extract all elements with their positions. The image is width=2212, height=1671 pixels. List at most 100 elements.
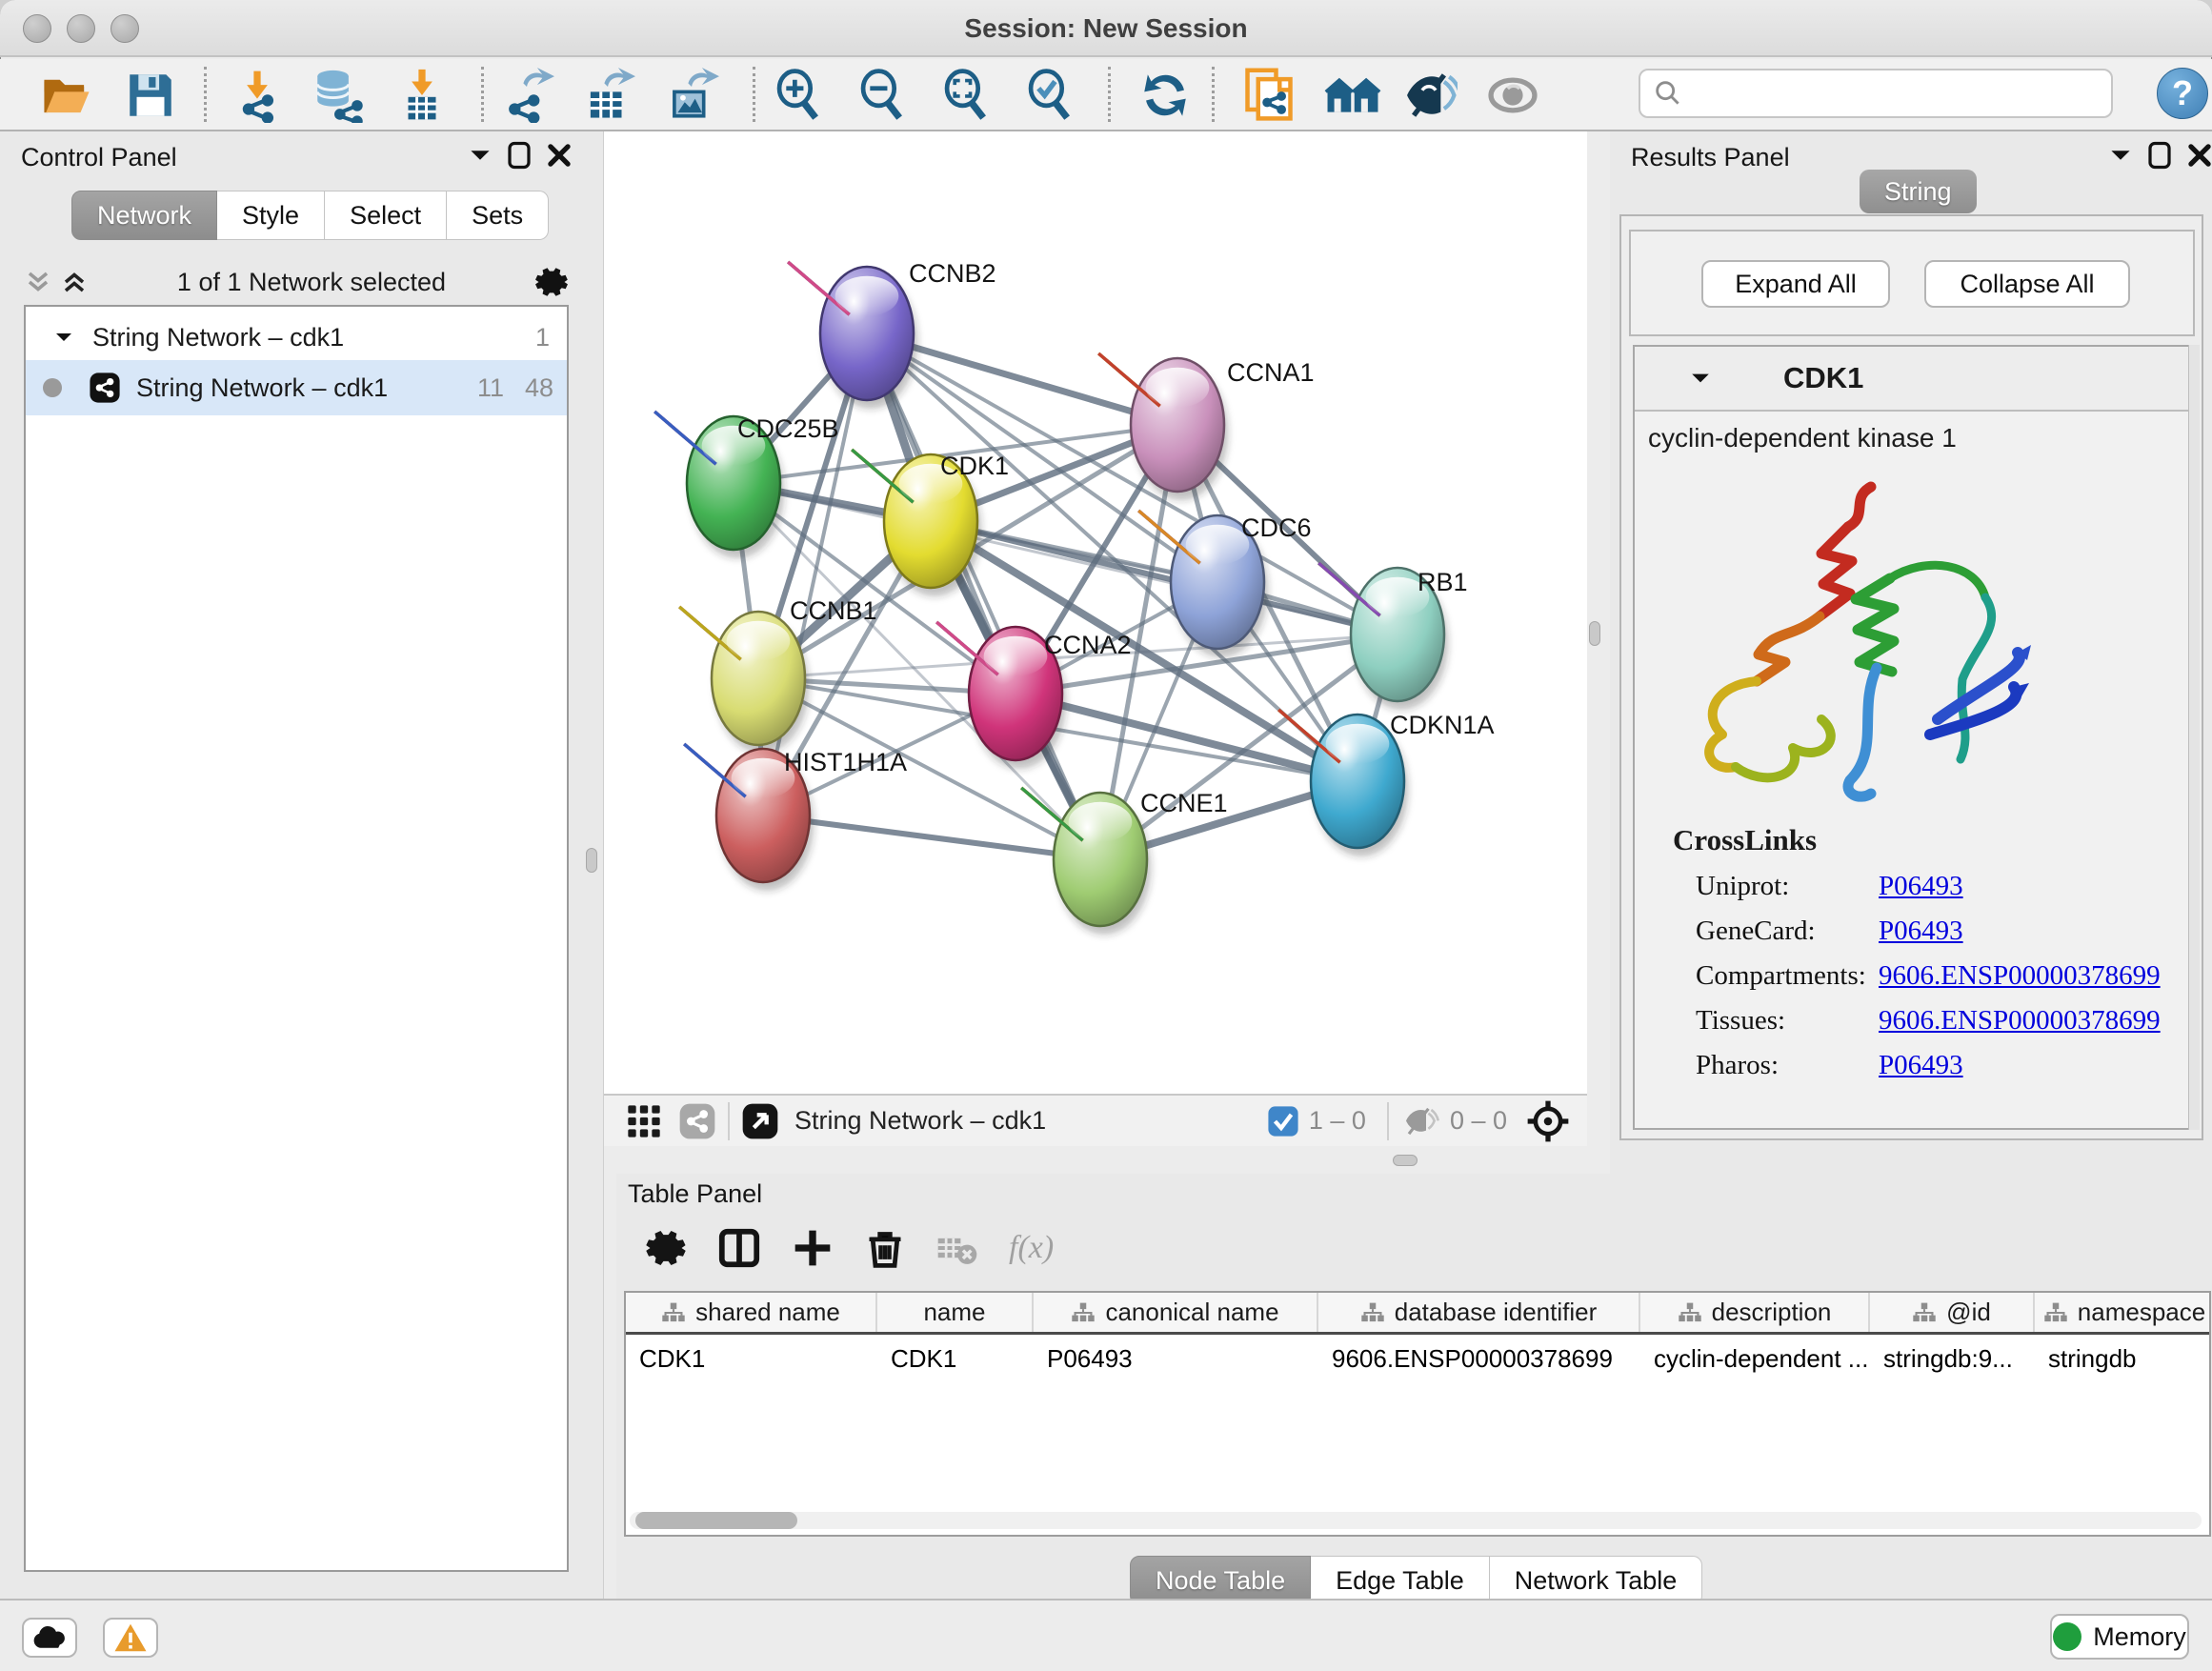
tab-select[interactable]: Select bbox=[325, 191, 447, 240]
results-scrollbar[interactable] bbox=[2188, 345, 2200, 1130]
birds-eye-view-icon[interactable] bbox=[741, 1102, 779, 1140]
grid-view-icon[interactable] bbox=[625, 1102, 663, 1140]
table-row[interactable]: CDK1CDK1P064939606.ENSP00000378699cyclin… bbox=[626, 1338, 2211, 1379]
column-header-@id[interactable]: @id bbox=[1870, 1293, 2035, 1332]
table-cell[interactable]: stringdb bbox=[2035, 1338, 2211, 1379]
gene-collapse-icon[interactable] bbox=[1690, 371, 1711, 386]
collapse-all-icon[interactable] bbox=[24, 268, 52, 296]
show-columns-icon[interactable] bbox=[717, 1226, 761, 1270]
network-list-view-icon[interactable] bbox=[678, 1102, 716, 1140]
node-label: CCNB2 bbox=[909, 259, 996, 288]
network-tree-root-row[interactable]: String Network – cdk1 1 bbox=[26, 314, 567, 360]
network-node-RB1[interactable]: RB1 bbox=[1318, 563, 1467, 710]
open-session-icon[interactable] bbox=[36, 65, 97, 126]
show-all-icon[interactable] bbox=[1482, 65, 1543, 126]
hide-selected-icon[interactable] bbox=[1398, 65, 1459, 126]
network-node-CDC25B[interactable]: CDC25B bbox=[654, 412, 838, 558]
crosslinks-section: CrossLinks Uniprot:P06493GeneCard:P06493… bbox=[1635, 823, 2191, 1081]
panel-float-icon[interactable] bbox=[2147, 141, 2172, 170]
table-cell[interactable]: CDK1 bbox=[877, 1338, 1034, 1379]
refresh-icon[interactable] bbox=[1135, 65, 1196, 126]
export-image-icon[interactable] bbox=[661, 65, 722, 126]
zoom-selected-icon[interactable] bbox=[1019, 65, 1080, 126]
export-network-icon[interactable] bbox=[496, 65, 557, 126]
network-node-CCNA1[interactable]: CCNA1 bbox=[1098, 353, 1314, 500]
selected-count-label: 1 – 0 bbox=[1309, 1106, 1366, 1136]
table-cell[interactable]: cyclin-dependent ... bbox=[1640, 1338, 1870, 1379]
table-cell[interactable]: CDK1 bbox=[626, 1338, 877, 1379]
import-network-icon[interactable] bbox=[227, 65, 288, 126]
create-column-icon[interactable] bbox=[792, 1227, 834, 1269]
selected-nodes-icon[interactable] bbox=[1267, 1105, 1299, 1137]
network-options-gear-icon[interactable] bbox=[534, 265, 569, 299]
tab-network[interactable]: Network bbox=[71, 191, 217, 240]
node-table[interactable]: shared namenamecanonical namedatabase id… bbox=[624, 1291, 2211, 1537]
search-input[interactable] bbox=[1684, 78, 2094, 110]
table-hscrollbar[interactable] bbox=[630, 1512, 2202, 1529]
tab-string[interactable]: String bbox=[1860, 170, 1977, 213]
table-cell[interactable]: P06493 bbox=[1034, 1338, 1318, 1379]
right-splitter-handle[interactable] bbox=[1589, 621, 1600, 646]
memory-button[interactable]: Memory bbox=[2050, 1614, 2189, 1660]
column-header-description[interactable]: description bbox=[1640, 1293, 1870, 1332]
export-table-icon[interactable] bbox=[577, 65, 638, 126]
import-network-database-icon[interactable] bbox=[308, 65, 369, 126]
network-from-clipboard-icon[interactable] bbox=[1238, 65, 1299, 126]
save-session-icon[interactable] bbox=[120, 65, 181, 126]
automation-cloud-button[interactable] bbox=[22, 1618, 77, 1658]
network-tree-item-row[interactable]: String Network – cdk1 11 48 bbox=[26, 360, 567, 415]
network-node-CCNB1[interactable]: CCNB1 bbox=[679, 596, 876, 754]
zoom-in-icon[interactable] bbox=[768, 65, 829, 126]
column-header-namespace[interactable]: namespace bbox=[2035, 1293, 2211, 1332]
column-header-name[interactable]: name bbox=[877, 1293, 1034, 1332]
table-cell[interactable]: 9606.ENSP00000378699 bbox=[1318, 1338, 1640, 1379]
help-icon[interactable]: ? bbox=[2157, 68, 2208, 119]
tree-collapse-icon[interactable] bbox=[54, 330, 73, 345]
bottom-splitter-handle[interactable] bbox=[1393, 1155, 1418, 1166]
crosslinks-title: CrossLinks bbox=[1673, 823, 2191, 857]
node-label: CCNB1 bbox=[790, 596, 877, 625]
column-type-icon bbox=[661, 1301, 686, 1324]
network-edge-CCNB2-CCNE1[interactable] bbox=[867, 333, 1100, 859]
network-canvas[interactable]: CCNB2CCNA1CDC25BCDK1CDC6RB1CCNB1CCNA2CDK… bbox=[604, 131, 1587, 1094]
crosslink-link[interactable]: P06493 bbox=[1879, 1050, 1963, 1081]
tab-style[interactable]: Style bbox=[217, 191, 325, 240]
panel-menu-icon[interactable] bbox=[469, 147, 492, 164]
first-neighbors-icon[interactable] bbox=[1322, 65, 1383, 126]
column-header-shared-name[interactable]: shared name bbox=[626, 1293, 877, 1332]
hidden-count-label: 0 – 0 bbox=[1450, 1106, 1507, 1136]
panel-float-icon[interactable] bbox=[507, 141, 532, 170]
import-table-icon[interactable] bbox=[392, 65, 452, 126]
table-cell[interactable]: stringdb:9... bbox=[1870, 1338, 2035, 1379]
tab-sets[interactable]: Sets bbox=[447, 191, 549, 240]
network-node-HIST1H1A[interactable]: HIST1H1A bbox=[684, 744, 907, 891]
crosslink-link[interactable]: 9606.ENSP00000378699 bbox=[1879, 960, 2161, 992]
warnings-button[interactable] bbox=[103, 1618, 158, 1658]
crosslink-link[interactable]: 9606.ENSP00000378699 bbox=[1879, 1005, 2161, 1037]
fit-selected-crosshair-icon[interactable] bbox=[1526, 1099, 1570, 1143]
crosslink-link[interactable]: P06493 bbox=[1879, 871, 1963, 902]
left-splitter-handle[interactable] bbox=[586, 848, 597, 873]
zoom-out-icon[interactable] bbox=[852, 65, 913, 126]
column-header-database-identifier[interactable]: database identifier bbox=[1318, 1293, 1640, 1332]
panel-menu-icon[interactable] bbox=[2109, 147, 2132, 164]
collapse-all-button[interactable]: Collapse All bbox=[1924, 260, 2130, 308]
node-label: CDC25B bbox=[737, 414, 839, 443]
crosslink-link[interactable]: P06493 bbox=[1879, 916, 1963, 947]
expand-all-button[interactable]: Expand All bbox=[1701, 260, 1890, 308]
network-status-dot bbox=[43, 378, 62, 397]
network-node-CCNA2[interactable]: CCNA2 bbox=[936, 622, 1131, 769]
network-node-CDKN1A[interactable]: CDKN1A bbox=[1278, 710, 1494, 856]
network-edge-HIST1H1A-CCNE1[interactable] bbox=[763, 815, 1100, 859]
panel-close-icon[interactable] bbox=[2187, 143, 2212, 168]
table-options-gear-icon[interactable] bbox=[645, 1227, 687, 1269]
expand-all-icon[interactable] bbox=[60, 268, 89, 296]
delete-column-icon[interactable] bbox=[864, 1227, 906, 1269]
zoom-fit-icon[interactable] bbox=[935, 65, 996, 126]
column-header-canonical-name[interactable]: canonical name bbox=[1034, 1293, 1318, 1332]
gene-section-header[interactable]: CDK1 bbox=[1635, 347, 2191, 412]
column-type-icon bbox=[2043, 1301, 2068, 1324]
gene-section: CDK1 cyclin-dependent kinase 1 bbox=[1633, 345, 2193, 1130]
panel-close-icon[interactable] bbox=[547, 143, 572, 168]
search-field[interactable] bbox=[1639, 69, 2113, 118]
